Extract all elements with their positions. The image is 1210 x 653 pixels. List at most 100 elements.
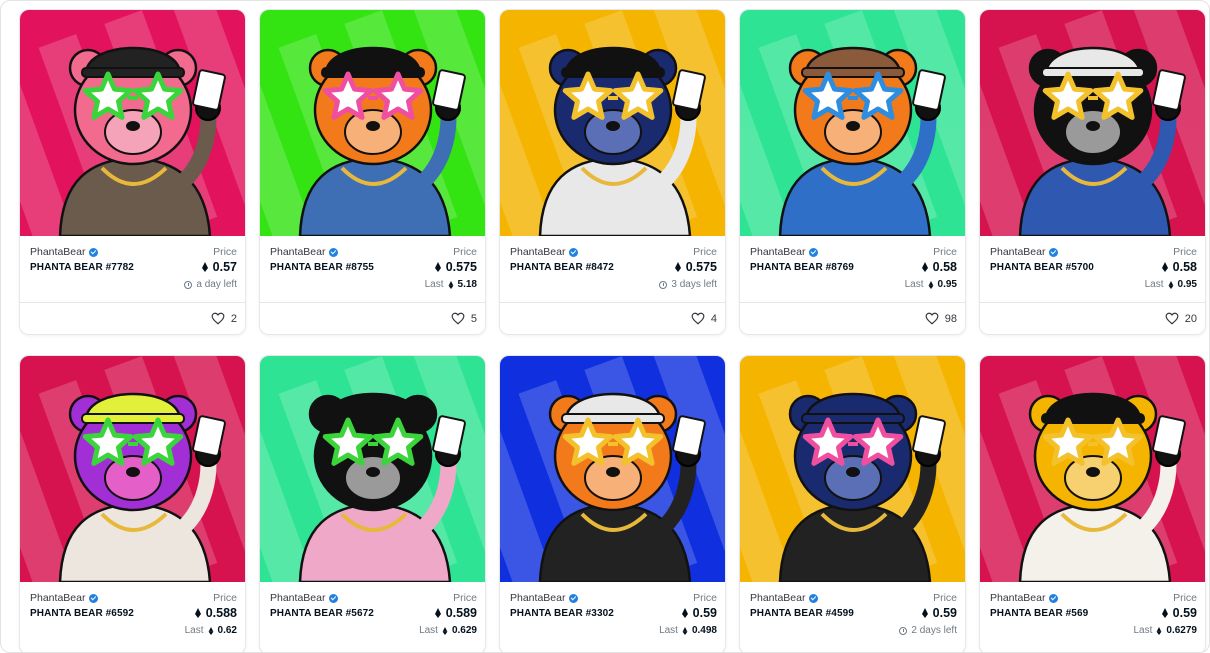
- collection-link[interactable]: PhantaBear: [990, 246, 1059, 258]
- heart-icon: [925, 312, 939, 325]
- price-value: 0.589: [434, 606, 477, 620]
- clock-icon: [899, 626, 908, 635]
- collection-link[interactable]: PhantaBear: [30, 246, 99, 258]
- verified-badge-icon: [329, 247, 339, 257]
- collection-link[interactable]: PhantaBear: [510, 246, 579, 258]
- card-info: PhantaBear PHANTA BEAR #5672 Price 0.589 Las…: [260, 582, 485, 648]
- nft-card[interactable]: PhantaBear PHANTA BEAR #5672 Price 0.589 Las…: [259, 355, 486, 652]
- favorite-button[interactable]: 5: [451, 312, 477, 325]
- nft-image[interactable]: [980, 356, 1205, 582]
- price-amount: 0.59: [692, 606, 717, 620]
- favorite-button[interactable]: 98: [925, 312, 957, 325]
- nft-card[interactable]: PhantaBear PHANTA BEAR #7782 Price 0.57 a da…: [19, 9, 246, 335]
- card-info: PhantaBear PHANTA BEAR #3302 Price 0.59 Last…: [500, 582, 725, 648]
- nft-card[interactable]: PhantaBear PHANTA BEAR #6592 Price 0.588 Las…: [19, 355, 246, 652]
- price-label: Price: [933, 592, 957, 604]
- card-info: PhantaBear PHANTA BEAR #8755 Price 0.575 Las…: [260, 236, 485, 302]
- last-sale: Last 0.95: [905, 279, 957, 290]
- favorite-button[interactable]: 20: [1165, 312, 1197, 325]
- item-name[interactable]: PHANTA BEAR #8769: [750, 262, 854, 273]
- eth-icon: [921, 608, 928, 618]
- price-value: 0.59: [1161, 606, 1197, 620]
- nft-image[interactable]: [980, 10, 1205, 236]
- collection-link[interactable]: PhantaBear: [30, 592, 99, 604]
- nft-image[interactable]: [20, 356, 245, 582]
- verified-badge-icon: [329, 593, 339, 603]
- item-name[interactable]: PHANTA BEAR #4599: [750, 608, 854, 619]
- collection-name: PhantaBear: [270, 592, 326, 604]
- collection-link[interactable]: PhantaBear: [990, 592, 1059, 604]
- nft-artwork: [500, 10, 725, 236]
- collection-name: PhantaBear: [750, 592, 806, 604]
- favorite-count: 20: [1184, 312, 1197, 325]
- eth-icon: [442, 626, 448, 635]
- nft-card[interactable]: PhantaBear PHANTA BEAR #5700 Price 0.58 Last…: [979, 9, 1206, 335]
- collection-link[interactable]: PhantaBear: [270, 246, 339, 258]
- item-name[interactable]: PHANTA BEAR #5672: [270, 608, 374, 619]
- collection-link[interactable]: PhantaBear: [750, 592, 819, 604]
- nft-image[interactable]: [740, 10, 965, 236]
- card-footer: 98: [740, 302, 965, 334]
- item-name[interactable]: PHANTA BEAR #7782: [30, 262, 134, 273]
- price-value: 0.57: [201, 260, 237, 274]
- price-value: 0.59: [681, 606, 717, 620]
- favorite-button[interactable]: 4: [691, 312, 717, 325]
- last-label: Last: [424, 279, 444, 290]
- clock-icon: [184, 280, 193, 289]
- heart-icon: [211, 312, 225, 325]
- favorite-button[interactable]: 2: [211, 312, 237, 325]
- time-left: 3 days left: [659, 279, 717, 290]
- eth-icon: [208, 626, 213, 635]
- price-amount: 0.575: [445, 260, 477, 274]
- eth-icon: [434, 608, 441, 618]
- card-info: PhantaBear PHANTA BEAR #569 Price 0.59 Last 0…: [980, 582, 1205, 648]
- price-amount: 0.58: [1172, 260, 1197, 274]
- favorite-count: 2: [230, 312, 237, 325]
- last-label: Last: [1144, 279, 1164, 290]
- nft-grid-window: PhantaBear PHANTA BEAR #7782 Price 0.57 a da…: [0, 0, 1210, 653]
- nft-card[interactable]: PhantaBear PHANTA BEAR #569 Price 0.59 Last 0…: [979, 355, 1206, 652]
- nft-artwork: [980, 356, 1205, 582]
- eth-icon: [921, 262, 928, 272]
- time-left: a day left: [184, 279, 237, 290]
- nft-card[interactable]: PhantaBear PHANTA BEAR #8472 Price 0.575 3 d…: [499, 9, 726, 335]
- nft-image[interactable]: [500, 10, 725, 236]
- nft-artwork: [20, 10, 245, 236]
- nft-card[interactable]: PhantaBear PHANTA BEAR #4599 Price 0.59 2 da…: [739, 355, 966, 652]
- price-amount: 0.59: [932, 606, 957, 620]
- last-sale: Last 0.629: [419, 625, 477, 636]
- item-name[interactable]: PHANTA BEAR #3302: [510, 608, 614, 619]
- nft-card[interactable]: PhantaBear PHANTA BEAR #3302 Price 0.59 Last…: [499, 355, 726, 652]
- price-amount: 0.589: [445, 606, 477, 620]
- price-value: 0.58: [1161, 260, 1197, 274]
- card-info: PhantaBear PHANTA BEAR #6592 Price 0.588 Las…: [20, 582, 245, 648]
- heart-icon: [451, 312, 465, 325]
- collection-name: PhantaBear: [270, 246, 326, 258]
- nft-card[interactable]: PhantaBear PHANTA BEAR #8769 Price 0.58 Last…: [739, 9, 966, 335]
- item-name[interactable]: PHANTA BEAR #5700: [990, 262, 1094, 273]
- nft-image[interactable]: [740, 356, 965, 582]
- eth-icon: [681, 608, 688, 618]
- nft-image[interactable]: [260, 10, 485, 236]
- price-amount: 0.58: [932, 260, 957, 274]
- item-name[interactable]: PHANTA BEAR #8472: [510, 262, 614, 273]
- item-name[interactable]: PHANTA BEAR #6592: [30, 608, 134, 619]
- collection-link[interactable]: PhantaBear: [270, 592, 339, 604]
- price-amount: 0.588: [205, 606, 237, 620]
- item-name[interactable]: PHANTA BEAR #8755: [270, 262, 374, 273]
- nft-image[interactable]: [20, 10, 245, 236]
- last-sale: Last 5.18: [425, 279, 477, 290]
- price-amount: 0.575: [685, 260, 717, 274]
- nft-image[interactable]: [260, 356, 485, 582]
- price-value: 0.58: [921, 260, 957, 274]
- collection-link[interactable]: PhantaBear: [510, 592, 579, 604]
- nft-image[interactable]: [500, 356, 725, 582]
- collection-link[interactable]: PhantaBear: [750, 246, 819, 258]
- card-footer: 5: [260, 302, 485, 334]
- item-name[interactable]: PHANTA BEAR #569: [990, 608, 1088, 619]
- verified-badge-icon: [809, 247, 819, 257]
- eth-icon: [1157, 626, 1162, 635]
- last-sale: Last 0.95: [1145, 279, 1197, 290]
- nft-card[interactable]: PhantaBear PHANTA BEAR #8755 Price 0.575 Las…: [259, 9, 486, 335]
- nft-artwork: [260, 356, 485, 582]
